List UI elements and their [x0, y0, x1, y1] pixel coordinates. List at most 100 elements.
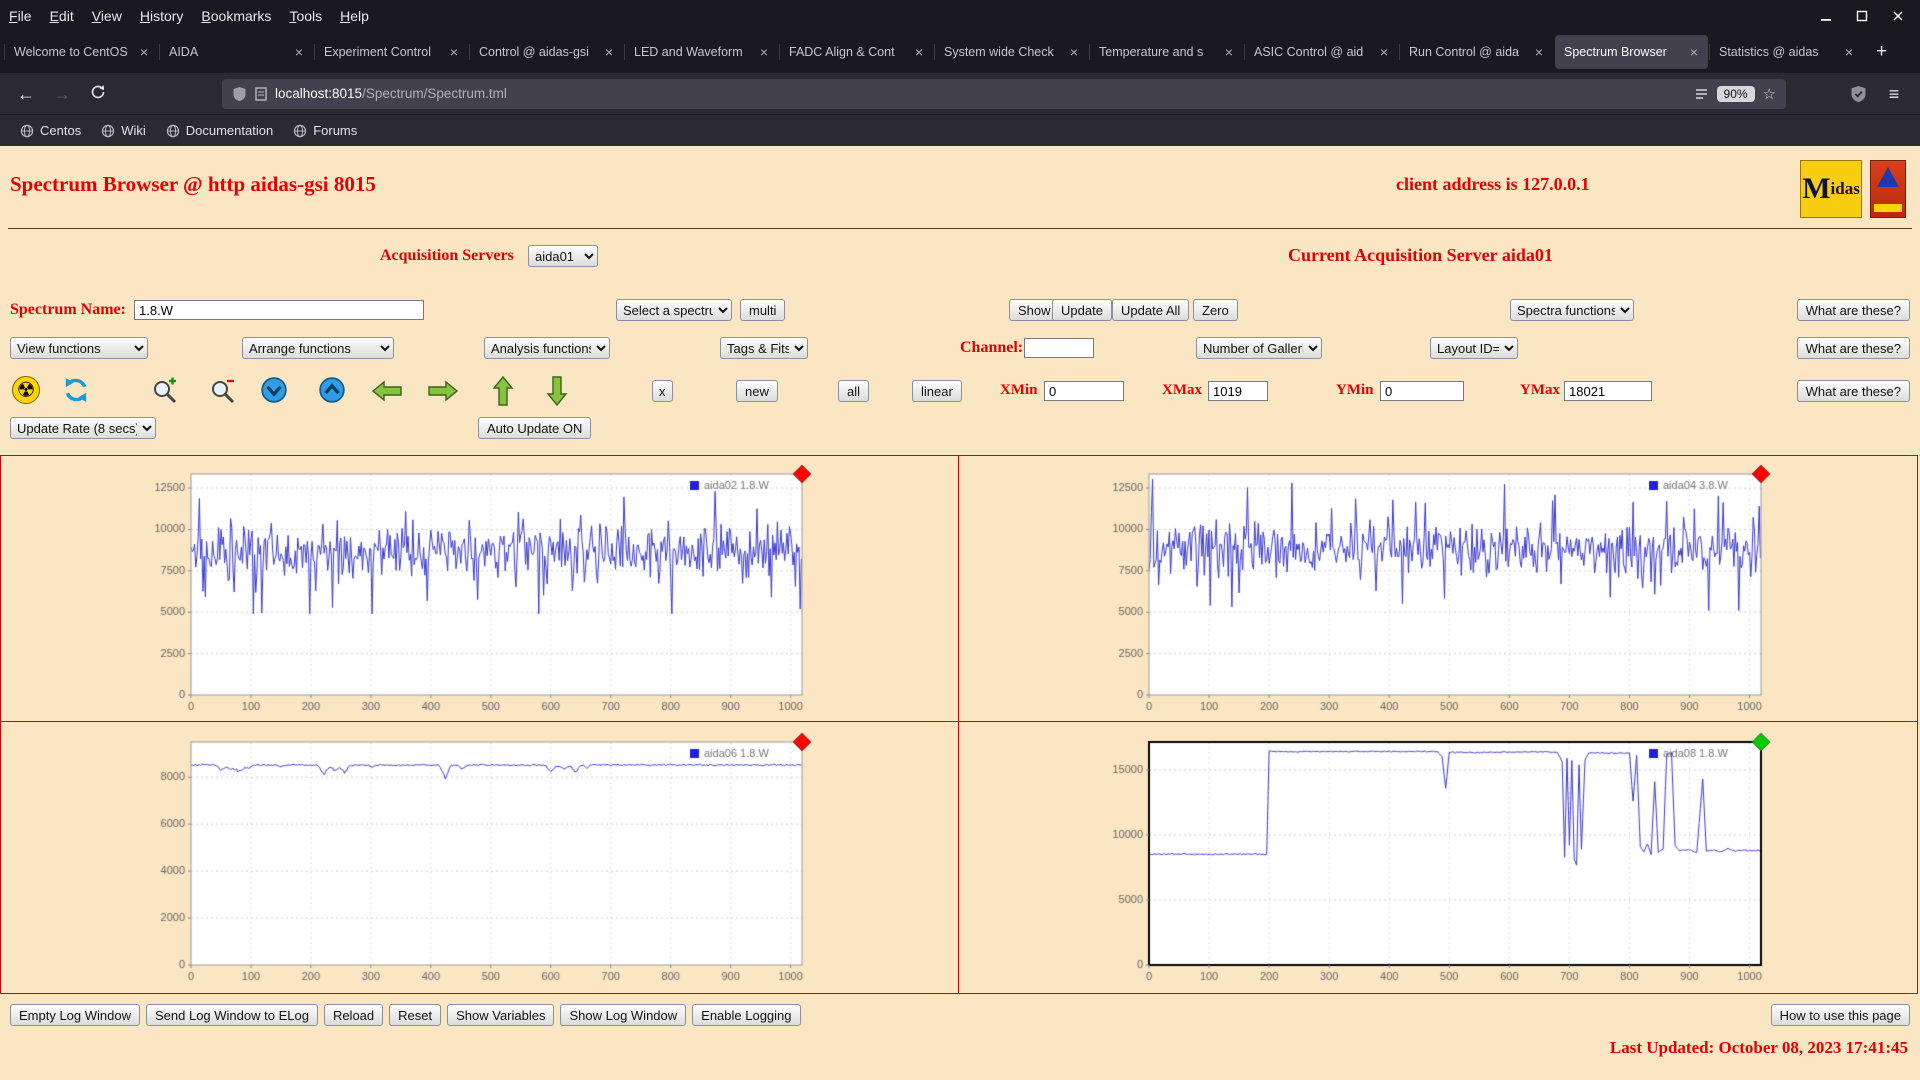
linear-button[interactable]: linear — [912, 380, 962, 402]
bookmark-star-icon[interactable]: ☆ — [1763, 85, 1776, 103]
tab-welcome-centos[interactable]: Welcome to CentOS × — [4, 35, 158, 69]
close-icon[interactable] — [1892, 10, 1904, 22]
tab-close-icon[interactable]: × — [604, 44, 614, 60]
update-all-button[interactable]: Update All — [1112, 299, 1190, 321]
auto-update-button[interactable]: Auto Update ON — [478, 417, 592, 439]
tab-close-icon[interactable]: × — [1534, 44, 1544, 60]
tab-led-waveform[interactable]: LED and Waveform × — [624, 35, 778, 69]
tab-close-icon[interactable]: × — [1689, 44, 1699, 60]
refresh-icon[interactable] — [62, 376, 90, 404]
tab-close-icon[interactable]: × — [759, 44, 769, 60]
menu-bookmarks[interactable]: Bookmarks — [192, 8, 280, 24]
send-log-to-elog-button[interactable]: Send Log Window to ELog — [146, 1004, 318, 1026]
new-button[interactable]: new — [736, 380, 778, 402]
menu-edit[interactable]: Edit — [41, 8, 83, 24]
tab-close-icon[interactable]: × — [294, 44, 304, 60]
x-button[interactable]: x — [652, 380, 673, 402]
arrange-functions-dropdown[interactable]: Arrange functions — [242, 337, 394, 359]
back-icon[interactable]: ← — [10, 79, 42, 109]
reset-button[interactable]: Reset — [389, 1004, 442, 1026]
tab-experiment-control[interactable]: Experiment Control × — [314, 35, 468, 69]
tab-run-control[interactable]: Run Control @ aida × — [1399, 35, 1553, 69]
ymax-input[interactable] — [1564, 381, 1652, 401]
bookmark-documentation[interactable]: Documentation — [156, 120, 283, 141]
shield-check-icon[interactable] — [1842, 85, 1874, 103]
multi-button[interactable]: multi — [740, 299, 786, 321]
analysis-functions-dropdown[interactable]: Analysis functions — [484, 337, 610, 359]
show-log-window-button[interactable]: Show Log Window — [560, 1004, 687, 1026]
menu-history[interactable]: History — [131, 8, 193, 24]
tags-fits-dropdown[interactable]: Tags & Fits — [720, 337, 808, 359]
zero-button[interactable]: Zero — [1193, 299, 1238, 321]
tab-close-icon[interactable]: × — [1844, 44, 1854, 60]
menu-tools[interactable]: Tools — [280, 8, 331, 24]
minimize-icon[interactable] — [1820, 10, 1832, 22]
tab-system-checks[interactable]: System wide Check × — [934, 35, 1088, 69]
what-are-these-button-1[interactable]: What are these? — [1796, 299, 1910, 321]
scale-up-icon[interactable] — [318, 376, 346, 404]
spectrum-name-input[interactable] — [134, 300, 424, 320]
tab-temperature[interactable]: Temperature and s × — [1089, 35, 1243, 69]
spectrum-chart-aida02[interactable] — [1, 456, 958, 721]
bookmark-centos[interactable]: Centos — [10, 120, 91, 141]
spectra-functions-dropdown[interactable]: Spectra functions — [1510, 299, 1634, 321]
ymin-input[interactable] — [1380, 381, 1464, 401]
tab-close-icon[interactable]: × — [1069, 44, 1079, 60]
page-info-icon[interactable] — [255, 86, 267, 101]
zoom-level-badge[interactable]: 90% — [1716, 85, 1755, 102]
enable-logging-button[interactable]: Enable Logging — [692, 1004, 801, 1026]
tab-statistics[interactable]: Statistics @ aidas × — [1709, 35, 1863, 69]
zoom-in-icon[interactable] — [150, 376, 178, 404]
acquisition-server-select[interactable]: aida01 — [528, 245, 598, 267]
tab-fadc-align[interactable]: FADC Align & Cont × — [779, 35, 933, 69]
number-of-galleries-dropdown[interactable]: Number of Galleries — [1196, 337, 1322, 359]
tab-close-icon[interactable]: × — [914, 44, 924, 60]
zoom-out-icon[interactable] — [208, 376, 236, 404]
menu-file[interactable]: File — [0, 8, 41, 24]
pan-left-icon[interactable] — [372, 380, 402, 402]
tab-close-icon[interactable]: × — [449, 44, 459, 60]
maximize-icon[interactable] — [1856, 10, 1868, 22]
show-variables-button[interactable]: Show Variables — [447, 1004, 555, 1026]
pan-down-icon[interactable] — [546, 376, 568, 406]
update-rate-dropdown[interactable]: Update Rate (8 secs) — [10, 417, 156, 439]
spectrum-chart-aida06[interactable] — [1, 722, 958, 993]
menu-help[interactable]: Help — [331, 8, 378, 24]
pan-right-icon[interactable] — [428, 380, 458, 402]
tab-close-icon[interactable]: × — [1379, 44, 1389, 60]
channel-input[interactable] — [1024, 338, 1094, 358]
tracking-shield-icon[interactable] — [232, 86, 247, 102]
hamburger-menu-icon[interactable]: ≡ — [1878, 79, 1910, 109]
reader-mode-icon[interactable] — [1694, 87, 1709, 101]
tab-close-icon[interactable]: × — [139, 44, 149, 60]
tab-spectrum-browser[interactable]: Spectrum Browser × — [1555, 35, 1708, 69]
new-tab-button[interactable]: + — [1864, 41, 1899, 63]
bookmark-forums[interactable]: Forums — [283, 120, 367, 141]
url-bar[interactable]: localhost:8015/Spectrum/Spectrum.tml 90%… — [222, 78, 1786, 109]
view-functions-dropdown[interactable]: View functions — [10, 337, 148, 359]
what-are-these-button-3[interactable]: What are these? — [1796, 380, 1910, 402]
radiation-icon[interactable]: ☢ — [12, 376, 40, 404]
spectrum-chart-aida04[interactable] — [959, 456, 1917, 721]
forward-icon[interactable]: → — [46, 79, 78, 109]
reload-icon[interactable] — [82, 79, 114, 109]
xmin-input[interactable] — [1044, 381, 1124, 401]
tab-aida[interactable]: AIDA × — [159, 35, 313, 69]
layout-id-dropdown[interactable]: Layout ID=8 — [1430, 337, 1518, 359]
scale-down-icon[interactable] — [260, 376, 288, 404]
what-are-these-button-2[interactable]: What are these? — [1796, 337, 1910, 359]
tab-asic-control[interactable]: ASIC Control @ aid × — [1244, 35, 1398, 69]
all-button[interactable]: all — [838, 380, 870, 402]
select-spectrum-dropdown[interactable]: Select a spectrum — [616, 299, 732, 321]
menu-view[interactable]: View — [83, 8, 131, 24]
update-button[interactable]: Update — [1052, 299, 1112, 321]
tab-control-aidas[interactable]: Control @ aidas-gsi × — [469, 35, 623, 69]
spectrum-chart-aida08[interactable] — [959, 722, 1917, 993]
pan-up-icon[interactable] — [492, 376, 514, 406]
xmax-input[interactable] — [1208, 381, 1268, 401]
empty-log-window-button[interactable]: Empty Log Window — [10, 1004, 140, 1026]
bookmark-wiki[interactable]: Wiki — [91, 120, 156, 141]
reload-button[interactable]: Reload — [323, 1004, 384, 1026]
how-to-use-button[interactable]: How to use this page — [1770, 1004, 1910, 1026]
tab-close-icon[interactable]: × — [1224, 44, 1234, 60]
